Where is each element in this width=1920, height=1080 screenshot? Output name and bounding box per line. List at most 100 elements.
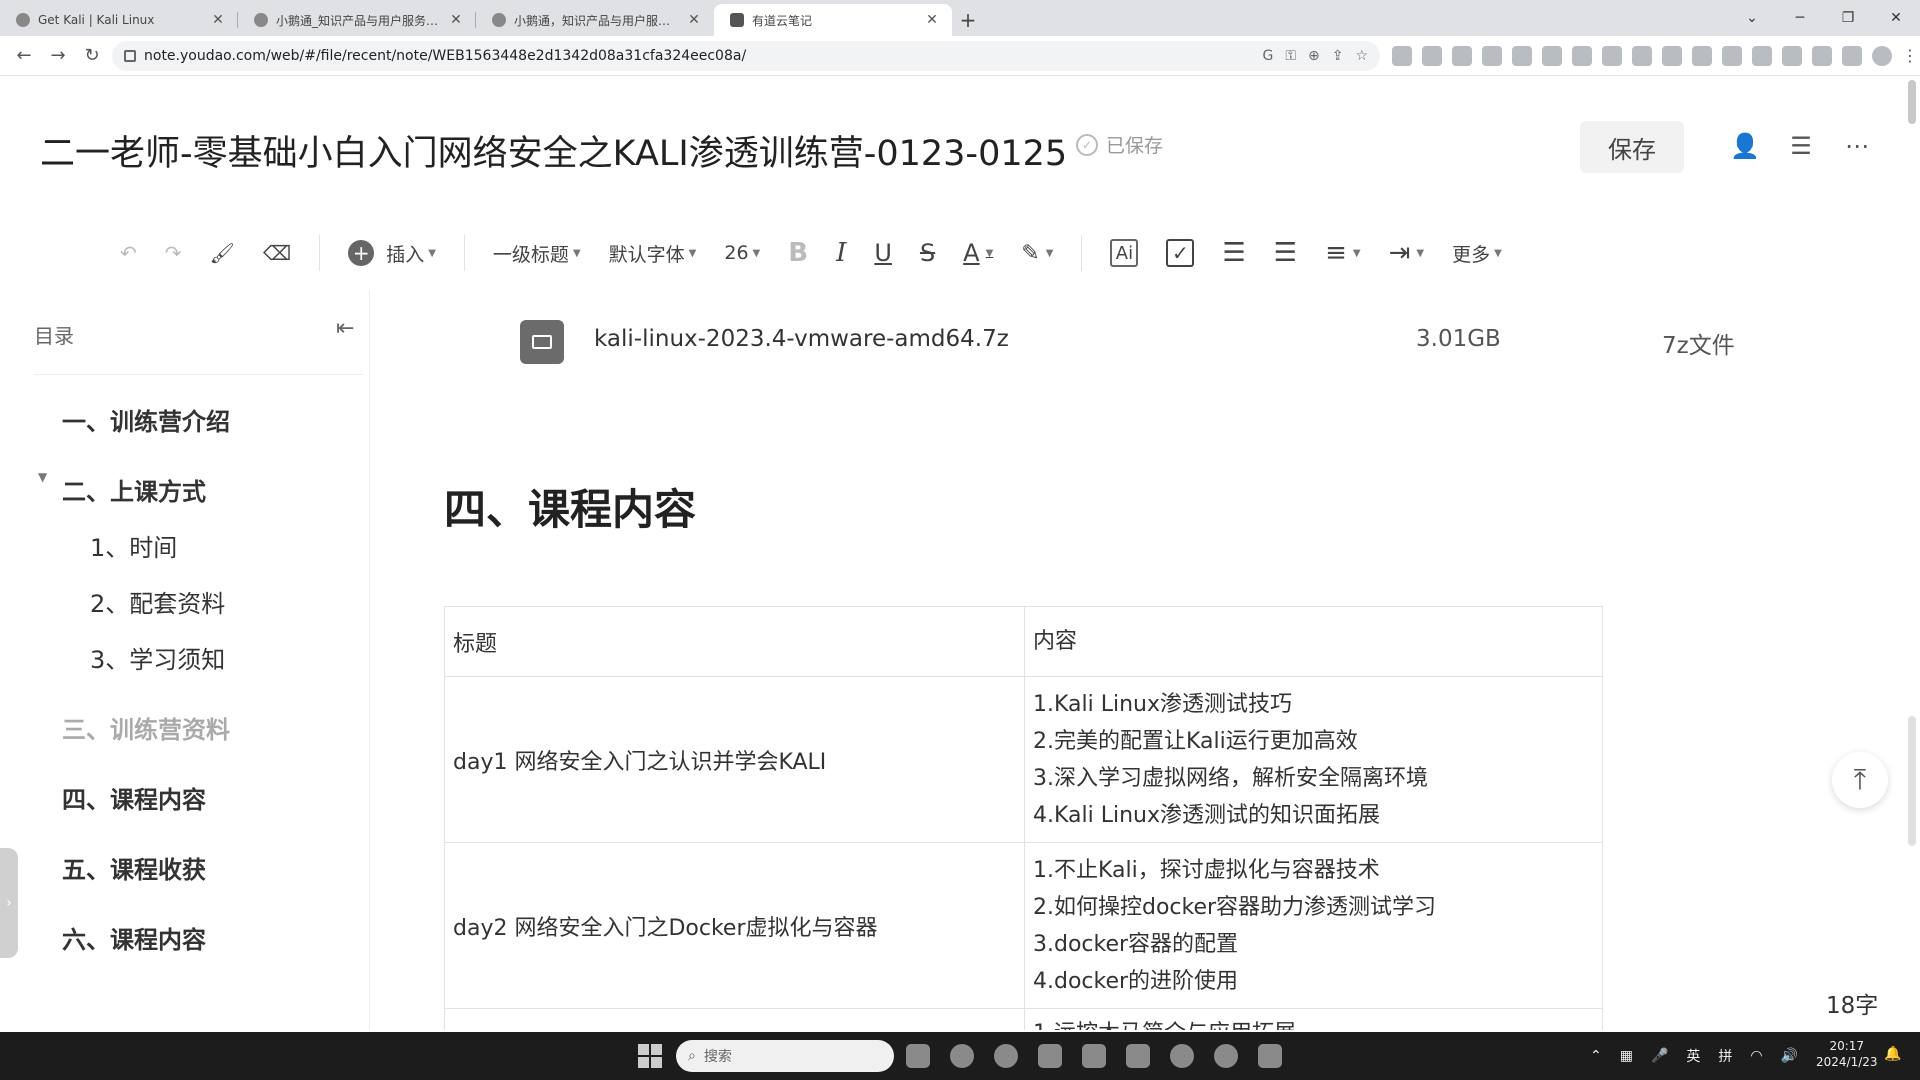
toc-item[interactable]: 三、训练营资料 bbox=[62, 710, 230, 745]
terminal-icon[interactable] bbox=[1126, 1044, 1150, 1068]
align-icon[interactable]: ≡ ▼ bbox=[1325, 233, 1361, 273]
format-painter-icon[interactable]: 🖌 bbox=[210, 233, 235, 273]
ime-language[interactable]: 英 bbox=[1686, 1046, 1700, 1066]
browser-tab-kali[interactable]: Get Kali | Kali Linux ✕ bbox=[0, 4, 238, 36]
heading-style-dropdown[interactable]: 一级标题 ▼ bbox=[493, 233, 581, 273]
forward-arrow-icon[interactable]: → bbox=[44, 42, 72, 70]
extension-icon[interactable] bbox=[1482, 45, 1502, 66]
extension-icon[interactable] bbox=[1692, 45, 1712, 66]
strikethrough-icon[interactable]: S bbox=[920, 233, 935, 273]
outline-search-icon[interactable]: ☰ bbox=[1784, 129, 1818, 163]
toc-item[interactable]: 五、课程收获 bbox=[62, 850, 206, 885]
eraser-icon[interactable]: ⌫ bbox=[263, 233, 291, 273]
back-arrow-icon[interactable]: ← bbox=[10, 42, 38, 70]
insert-dropdown[interactable]: + 插入 ▼ bbox=[348, 233, 436, 273]
numbered-list-icon[interactable]: ☰ bbox=[1274, 233, 1297, 273]
more-vertical-icon[interactable]: ⋮ bbox=[1902, 46, 1918, 66]
close-icon[interactable]: ✕ bbox=[924, 12, 940, 28]
sidebar-expand-handle[interactable]: › bbox=[0, 848, 18, 958]
share-user-icon[interactable]: 👤 bbox=[1728, 129, 1762, 163]
attachment-name[interactable]: kali-linux-2023.4-vmware-amd64.7z bbox=[594, 326, 1009, 352]
close-window-icon[interactable]: ✕ bbox=[1872, 10, 1920, 26]
ai-icon[interactable]: Ai bbox=[1110, 239, 1139, 267]
tray-chevron-up-icon[interactable]: ⌃ bbox=[1590, 1048, 1602, 1064]
puzzle-extensions-icon[interactable] bbox=[1812, 45, 1832, 66]
start-windows-icon[interactable] bbox=[638, 1044, 662, 1068]
collapse-left-icon[interactable]: ⇤ bbox=[336, 316, 354, 341]
extension-icon[interactable] bbox=[1782, 45, 1802, 66]
extension-icon[interactable] bbox=[1512, 45, 1532, 66]
vmware-icon[interactable] bbox=[1082, 1044, 1106, 1068]
microphone-icon[interactable]: 🎤 bbox=[1651, 1048, 1668, 1064]
task-view-icon[interactable] bbox=[906, 1044, 930, 1068]
font-family-dropdown[interactable]: 默认字体 ▼ bbox=[609, 233, 697, 273]
edge-browser-icon[interactable] bbox=[950, 1044, 974, 1068]
toc-item[interactable]: 一、训练营介绍 bbox=[62, 402, 230, 437]
table-cell-title[interactable] bbox=[444, 1008, 1025, 1030]
italic-icon[interactable]: I bbox=[836, 233, 846, 273]
ime-mode[interactable]: 拼 bbox=[1718, 1046, 1732, 1066]
extension-icon[interactable] bbox=[1422, 45, 1442, 66]
chrome-browser-icon[interactable] bbox=[994, 1044, 1018, 1068]
tray-app-icon[interactable]: ▦ bbox=[1620, 1048, 1633, 1064]
app-icon[interactable] bbox=[1258, 1044, 1282, 1068]
extension-icon[interactable] bbox=[1542, 45, 1562, 66]
extension-icon[interactable] bbox=[1572, 45, 1592, 66]
undo-icon[interactable]: ↶ bbox=[120, 233, 137, 273]
extension-icon[interactable] bbox=[1452, 45, 1472, 66]
wifi-icon[interactable]: ◠ bbox=[1750, 1048, 1762, 1064]
close-icon[interactable]: ✕ bbox=[686, 12, 702, 28]
extension-icon[interactable] bbox=[1632, 45, 1652, 66]
browser-tab-xiaoe-2[interactable]: 小鹅通，知识产品与用户服务的SaaS工具 ✕ bbox=[476, 4, 714, 36]
app-icon[interactable] bbox=[1170, 1044, 1194, 1068]
toc-item[interactable]: 3、学习须知 bbox=[90, 640, 225, 675]
expand-triangle-icon[interactable]: ▼ bbox=[38, 470, 47, 484]
bookmark-star-icon[interactable]: ☆ bbox=[1355, 48, 1368, 64]
indent-icon[interactable]: ⇥ ▼ bbox=[1389, 233, 1425, 273]
document-body[interactable]: kali-linux-2023.4-vmware-amd64.7z 3.01GB… bbox=[372, 290, 1902, 1030]
browser-tab-youdao[interactable]: 有道云笔记 ✕ bbox=[714, 4, 952, 36]
toc-item[interactable]: 1、时间 bbox=[90, 528, 177, 563]
extension-icon[interactable] bbox=[1392, 45, 1412, 66]
toc-item[interactable]: 2、配套资料 bbox=[90, 584, 225, 619]
table-header-cell[interactable]: 内容 bbox=[1024, 606, 1603, 677]
table-cell-content[interactable]: 1.不止Kali，探讨虚拟化与容器技术 2.如何操控docker容器助力渗透测试… bbox=[1024, 842, 1603, 1009]
bold-icon[interactable]: B bbox=[788, 233, 808, 273]
key-icon[interactable]: ⚿ bbox=[1285, 48, 1296, 64]
table-header-cell[interactable]: 标题 bbox=[444, 606, 1025, 677]
page-scrollbar-thumb[interactable] bbox=[1908, 80, 1916, 124]
redo-icon[interactable]: ↷ bbox=[165, 233, 182, 273]
volume-icon[interactable]: 🔊 bbox=[1781, 1048, 1798, 1064]
close-icon[interactable]: ✕ bbox=[448, 12, 464, 28]
sidepanel-icon[interactable] bbox=[1842, 45, 1862, 66]
tab-search-chevron-icon[interactable]: ⌄ bbox=[1728, 10, 1776, 26]
google-icon[interactable]: G bbox=[1262, 48, 1273, 64]
minimize-icon[interactable]: ─ bbox=[1776, 10, 1824, 26]
new-tab-button[interactable]: + bbox=[952, 4, 984, 36]
more-horizontal-icon[interactable]: ⋯ bbox=[1840, 129, 1874, 163]
underline-icon[interactable]: U bbox=[874, 233, 892, 273]
zoom-icon[interactable]: ⊕ bbox=[1308, 48, 1320, 64]
app-icon[interactable] bbox=[1214, 1044, 1238, 1068]
share-icon[interactable]: ⇪ bbox=[1332, 48, 1344, 64]
text-color-icon[interactable]: A ▼ bbox=[963, 233, 993, 273]
save-button[interactable]: 保存 bbox=[1580, 121, 1684, 173]
extension-icon[interactable] bbox=[1662, 45, 1682, 66]
file-explorer-icon[interactable] bbox=[1038, 1044, 1062, 1068]
table-cell-content[interactable]: 1.远控木马简介与应用拓展 bbox=[1024, 1008, 1603, 1030]
taskbar-search[interactable]: ⌕ 搜索 bbox=[676, 1040, 894, 1072]
extension-icon[interactable] bbox=[1722, 45, 1742, 66]
table-cell-title[interactable]: day2 网络安全入门之Docker虚拟化与容器 bbox=[444, 842, 1025, 1009]
bulleted-list-icon[interactable]: ☰ bbox=[1222, 233, 1245, 273]
document-title[interactable]: 二一老师-零基础小白入门网络安全之KALI渗透训练营-0123-0125 bbox=[40, 125, 1067, 176]
system-clock[interactable]: 20:17 2024/1/23 bbox=[1816, 1038, 1878, 1070]
profile-avatar-icon[interactable] bbox=[1872, 45, 1892, 66]
document-scrollbar-thumb[interactable] bbox=[1908, 716, 1916, 846]
table-cell-title[interactable]: day1 网络安全入门之认识并学会KALI bbox=[444, 676, 1025, 843]
toc-item[interactable]: 四、课程内容 bbox=[62, 780, 206, 815]
font-size-dropdown[interactable]: 26 ▼ bbox=[724, 233, 760, 273]
more-dropdown[interactable]: 更多 ▼ bbox=[1452, 233, 1502, 273]
notification-bell-icon[interactable]: 🔔 bbox=[1884, 1046, 1901, 1062]
extension-icon[interactable] bbox=[1602, 45, 1622, 66]
url-input[interactable]: note.youdao.com/web/#/file/recent/note/W… bbox=[112, 40, 1380, 71]
